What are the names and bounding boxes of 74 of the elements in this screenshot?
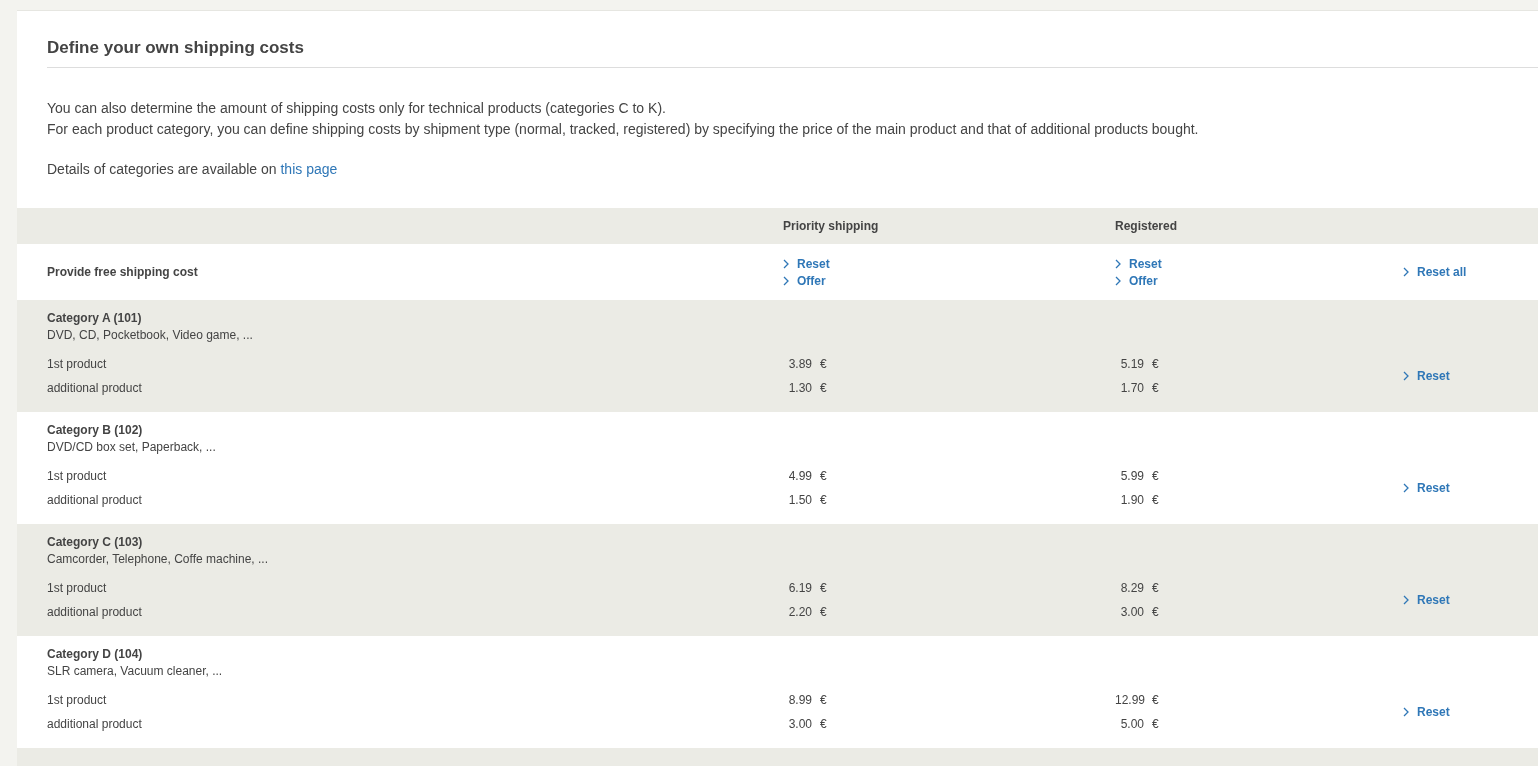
price-value: 5.19 bbox=[1119, 356, 1144, 373]
price-value: 1.70 bbox=[1119, 380, 1144, 397]
reset-link[interactable]: Reset bbox=[1403, 368, 1450, 384]
price-value: 3.00 bbox=[1119, 604, 1144, 621]
currency-symbol: € bbox=[820, 380, 827, 397]
product-label: additional product bbox=[47, 380, 143, 397]
reset-link[interactable]: Reset bbox=[1403, 592, 1450, 608]
chevron-icon bbox=[1115, 258, 1121, 269]
chevron-icon bbox=[1403, 595, 1409, 605]
product-label: 1st product bbox=[47, 356, 108, 373]
chevron-icon bbox=[1403, 267, 1409, 277]
column-header: Registered bbox=[1115, 219, 1179, 233]
product-label: 1st product bbox=[47, 468, 108, 485]
product-label: additional product bbox=[47, 492, 143, 509]
currency-symbol: € bbox=[1152, 604, 1159, 621]
category-description: SLR camera, Vacuum cleaner, ... bbox=[47, 663, 224, 680]
details-text: Details of categories are available on this page bbox=[47, 160, 339, 179]
chevron-icon bbox=[783, 275, 789, 286]
currency-symbol: € bbox=[1152, 692, 1159, 709]
currency-symbol: € bbox=[1152, 380, 1159, 397]
currency-symbol: € bbox=[1152, 580, 1159, 597]
action-link[interactable]: Offer bbox=[1115, 272, 1158, 289]
currency-symbol: € bbox=[820, 604, 827, 621]
category-description: DVD, CD, Pocketbook, Video game, ... bbox=[47, 327, 254, 344]
price-value: 4.99 bbox=[787, 468, 812, 485]
action-link[interactable]: Reset bbox=[783, 255, 830, 272]
currency-symbol: € bbox=[1152, 716, 1159, 733]
price-value: 8.29 bbox=[1119, 580, 1144, 597]
chevron-icon bbox=[1115, 275, 1121, 286]
free-shipping-label: Provide free shipping cost bbox=[47, 265, 199, 279]
price-value: 1.30 bbox=[787, 380, 812, 397]
action-link[interactable]: Offer bbox=[783, 272, 826, 289]
product-label: additional product bbox=[47, 716, 143, 733]
page-title: Define your own shipping costs bbox=[47, 38, 305, 58]
category-title: Category B (102) bbox=[47, 422, 144, 439]
price-value: 1.90 bbox=[1119, 492, 1144, 509]
price-value: 3.89 bbox=[787, 356, 812, 373]
category-title: Category C (103) bbox=[47, 534, 144, 551]
price-value: 5.99 bbox=[1119, 468, 1144, 485]
chevron-icon bbox=[1403, 483, 1409, 493]
category-title: Category D (104) bbox=[47, 646, 144, 663]
intro-text: You can also determine the amount of shipping costs only for technical products (categories C to K). bbox=[47, 99, 667, 118]
column-header: Priority shipping bbox=[783, 219, 880, 233]
currency-symbol: € bbox=[820, 580, 827, 597]
reset-link[interactable]: Reset bbox=[1403, 480, 1450, 496]
reset-link[interactable]: Reset bbox=[1403, 704, 1450, 720]
chevron-icon bbox=[783, 258, 789, 269]
currency-symbol: € bbox=[820, 692, 827, 709]
category-title: Category A (101) bbox=[47, 310, 143, 327]
this-page-link[interactable]: this page bbox=[280, 161, 338, 177]
reset-all-link[interactable]: Reset all bbox=[1403, 264, 1467, 280]
price-value: 8.99 bbox=[787, 692, 812, 709]
category-description: DVD/CD box set, Paperback, ... bbox=[47, 439, 217, 456]
product-label: 1st product bbox=[47, 692, 108, 709]
chevron-icon bbox=[1403, 371, 1409, 381]
price-value: 2.20 bbox=[787, 604, 812, 621]
currency-symbol: € bbox=[1152, 492, 1159, 509]
price-value: 6.19 bbox=[787, 580, 812, 597]
currency-symbol: € bbox=[1152, 356, 1159, 373]
product-label: additional product bbox=[47, 604, 143, 621]
currency-symbol: € bbox=[820, 716, 827, 733]
category-description: Camcorder, Telephone, Coffe machine, ... bbox=[47, 551, 269, 568]
action-link[interactable]: Reset bbox=[1115, 255, 1162, 272]
price-value: 12.99 bbox=[1115, 692, 1144, 709]
currency-symbol: € bbox=[820, 492, 827, 509]
intro-text: For each product category, you can define shipping costs by shipment type (normal, tracked, registered) by specifying the price of the main product and that of additional products bought. bbox=[47, 120, 1200, 139]
product-label: 1st product bbox=[47, 580, 108, 597]
currency-symbol: € bbox=[1152, 468, 1159, 485]
price-value: 3.00 bbox=[787, 716, 812, 733]
price-value: 1.50 bbox=[787, 492, 812, 509]
price-value: 5.00 bbox=[1119, 716, 1144, 733]
chevron-icon bbox=[1403, 707, 1409, 717]
currency-symbol: € bbox=[820, 468, 827, 485]
currency-symbol: € bbox=[820, 356, 827, 373]
